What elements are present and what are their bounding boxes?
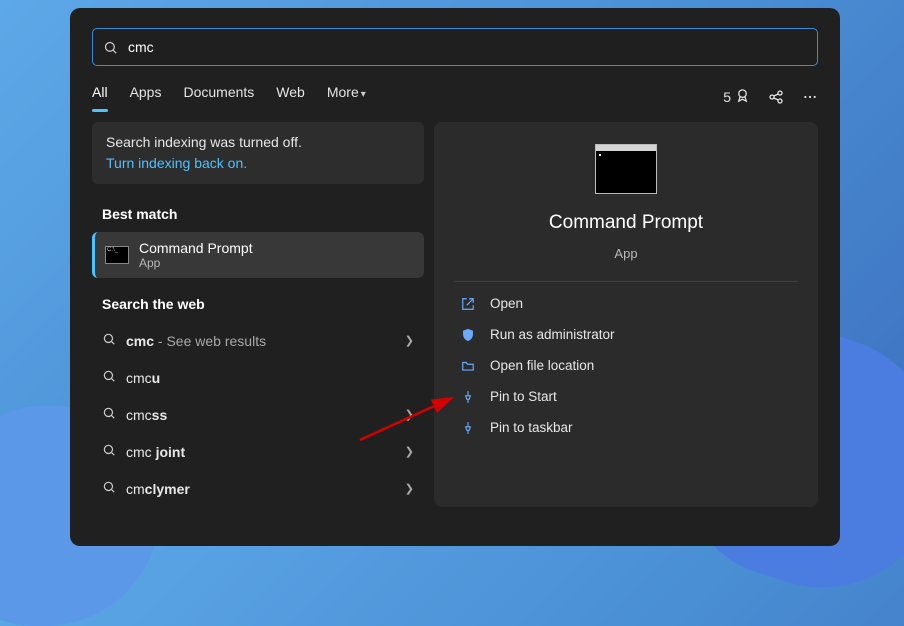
notice-text: Search indexing was turned off. <box>106 132 410 153</box>
preview-subtitle: App <box>614 246 637 261</box>
web-result-text: cmcu <box>126 370 414 386</box>
best-match-subtitle: App <box>139 256 253 270</box>
cmd-prompt-icon <box>105 246 129 264</box>
preview-panel: Command Prompt App Open Run as administr… <box>434 122 818 507</box>
action-open[interactable]: Open <box>454 288 798 319</box>
rewards-count: 5 <box>723 89 731 105</box>
web-result-text: cmcss <box>126 407 395 423</box>
web-result-text: cmclymer <box>126 481 395 497</box>
search-icon <box>103 40 118 55</box>
chevron-right-icon: ❯ <box>405 445 414 458</box>
tab-documents[interactable]: Documents <box>183 84 254 110</box>
preview-title: Command Prompt <box>549 212 703 234</box>
web-result-text: cmc joint <box>126 444 395 460</box>
shield-icon <box>460 328 476 342</box>
action-open-location[interactable]: Open file location <box>454 350 798 381</box>
action-run-admin[interactable]: Run as administrator <box>454 319 798 350</box>
share-icon[interactable] <box>768 89 784 105</box>
tab-more-label: More <box>327 84 359 100</box>
separator <box>454 281 798 282</box>
search-icon <box>102 406 116 423</box>
cmd-prompt-icon <box>595 144 657 194</box>
pin-icon <box>460 421 476 435</box>
action-label: Open <box>490 296 523 311</box>
pin-icon <box>460 390 476 404</box>
web-result[interactable]: cmc - See web results ❯ <box>92 322 424 359</box>
search-icon <box>102 369 116 386</box>
rewards-badge[interactable]: 5 <box>723 88 750 106</box>
action-label: Open file location <box>490 358 594 373</box>
action-label: Run as administrator <box>490 327 615 342</box>
action-label: Pin to taskbar <box>490 420 573 435</box>
chevron-right-icon: ❯ <box>405 334 414 347</box>
search-icon <box>102 443 116 460</box>
search-icon <box>102 332 116 349</box>
section-search-web: Search the web <box>92 288 424 322</box>
search-box[interactable] <box>92 28 818 66</box>
web-result[interactable]: cmcu <box>92 359 424 396</box>
action-pin-taskbar[interactable]: Pin to taskbar <box>454 412 798 443</box>
web-result[interactable]: cmclymer ❯ <box>92 470 424 507</box>
indexing-notice: Search indexing was turned off. Turn ind… <box>92 122 424 184</box>
best-match-title: Command Prompt <box>139 240 253 256</box>
search-input[interactable] <box>118 39 807 55</box>
tab-all[interactable]: All <box>92 84 108 110</box>
best-match-item[interactable]: Command Prompt App <box>92 232 424 278</box>
chevron-down-icon: ▾ <box>361 89 366 100</box>
tab-apps[interactable]: Apps <box>130 84 162 110</box>
folder-icon <box>460 359 476 373</box>
more-icon[interactable] <box>802 89 818 105</box>
web-result[interactable]: cmc joint ❯ <box>92 433 424 470</box>
search-icon <box>102 480 116 497</box>
web-results-list: cmc - See web results ❯ cmcu cmcss ❯ <box>92 322 424 507</box>
web-result-text: cmc - See web results <box>126 333 395 349</box>
action-pin-start[interactable]: Pin to Start <box>454 381 798 412</box>
tab-more[interactable]: More▾ <box>327 84 366 110</box>
web-result[interactable]: cmcss ❯ <box>92 396 424 433</box>
chevron-right-icon: ❯ <box>405 482 414 495</box>
section-best-match: Best match <box>92 198 424 232</box>
open-icon <box>460 297 476 311</box>
action-label: Pin to Start <box>490 389 557 404</box>
chevron-right-icon: ❯ <box>405 408 414 421</box>
medal-icon <box>735 88 750 106</box>
start-search-panel: All Apps Documents Web More▾ 5 <box>70 8 840 546</box>
tab-web[interactable]: Web <box>276 84 305 110</box>
notice-link[interactable]: Turn indexing back on. <box>106 153 410 174</box>
